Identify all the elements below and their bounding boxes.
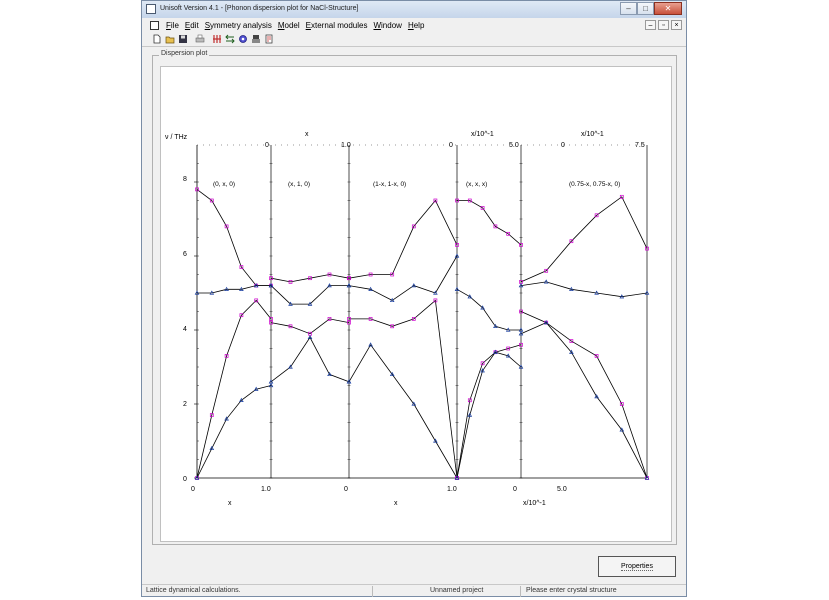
dispersion-window-content: Dispersion plot ν / THz 0 2 4 6 8 x 0 1.…	[146, 47, 682, 581]
panel-label-075x-075x-0: (0.75-x, 0.75-x, 0)	[569, 181, 620, 188]
print-icon[interactable]	[195, 34, 205, 44]
dispersion-branch-line	[520, 311, 648, 479]
menu-symmetry-analysis[interactable]: Symmetry analysis	[205, 21, 272, 30]
toolbar	[142, 33, 686, 47]
dispersion-branch-line	[270, 336, 350, 383]
window-title: Unisoft Version 4.1 - [Phonon dispersion…	[160, 5, 359, 12]
y-tick-label-0: 0	[183, 476, 187, 483]
dispersion-branch-line	[456, 344, 522, 479]
top-tick-p4-end: 7.5	[635, 142, 645, 149]
panel-label-1x-1x-0: (1-x, 1-x, 0)	[373, 181, 406, 188]
dispersion-branch-line	[270, 318, 350, 335]
dispersion-branch-line	[270, 285, 349, 305]
top-tick-p1-start: 0	[265, 142, 269, 149]
bottom-tick-0: 0	[191, 486, 195, 493]
bottom-tick-4: 0	[513, 486, 517, 493]
close-button[interactable]: ✕	[654, 2, 682, 15]
minimize-button[interactable]: –	[620, 2, 637, 15]
maximize-button[interactable]: □	[637, 2, 654, 15]
tool-e-icon[interactable]	[264, 34, 274, 44]
mdi-close-button[interactable]: ×	[671, 20, 682, 30]
status-right: Please enter crystal structure	[526, 587, 617, 594]
tool-d-icon[interactable]	[251, 34, 261, 44]
dispersion-branch-line	[457, 200, 522, 246]
y-tick-label-8: 8	[183, 176, 187, 183]
mdi-minimize-button[interactable]: –	[645, 20, 656, 30]
menu-window[interactable]: Window	[373, 21, 401, 30]
dispersion-branch-line	[196, 189, 271, 287]
panel-label-0-x-0: (0, x, 0)	[213, 181, 235, 188]
y-tick-label-4: 4	[183, 326, 187, 333]
menu-external-modules[interactable]: External modules	[306, 21, 368, 30]
dispersion-branch-line	[456, 351, 522, 479]
bottom-tick-2: 0	[344, 486, 348, 493]
tool-b-icon[interactable]	[225, 34, 235, 44]
top-label-p3-unit: x/10^-1	[471, 131, 494, 138]
document-icon[interactable]	[150, 21, 159, 30]
top-label-p4-unit: x/10^-1	[581, 131, 604, 138]
bottom-label-x-2: x	[394, 500, 398, 507]
panel-label-x-x-x: (x, x, x)	[466, 181, 487, 188]
caption-buttons: – □ ✕	[620, 2, 682, 16]
bottom-tick-1: 1.0	[261, 486, 271, 493]
y-tick-label-2: 2	[183, 401, 187, 408]
dispersion-branch-line	[270, 274, 350, 283]
bottom-tick-5: 5.0	[557, 486, 567, 493]
properties-button-label: Properties	[621, 563, 653, 571]
mdi-restore-button[interactable]: ▫	[658, 20, 669, 30]
top-tick-p1-end: 1.0	[341, 142, 351, 149]
bottom-label-x-1: x	[228, 500, 232, 507]
menu-bar: File Edit Symmetry analysis Model Extern…	[142, 19, 686, 32]
menu-model[interactable]: Model	[278, 21, 300, 30]
open-folder-icon[interactable]	[165, 34, 175, 44]
tool-c-icon[interactable]	[238, 34, 248, 44]
panel-label-x-1-0: (x, 1, 0)	[288, 181, 310, 188]
status-separator	[520, 586, 521, 597]
bottom-tick-3: 1.0	[447, 486, 457, 493]
dispersion-branch-line	[197, 285, 271, 294]
plot-area: ν / THz 0 2 4 6 8 x 0 1.0 0 x/10^-1 5.0 …	[160, 66, 672, 542]
status-left: Lattice dynamical calculations.	[146, 587, 241, 594]
dispersion-branch-line	[348, 199, 458, 279]
bottom-label-unit: x/10^-1	[523, 500, 546, 507]
app-icon	[146, 4, 156, 14]
dispersion-plot-group: Dispersion plot ν / THz 0 2 4 6 8 x 0 1.…	[152, 50, 677, 545]
properties-button[interactable]: Properties	[598, 556, 676, 577]
dispersion-chart: ν / THz 0 2 4 6 8 x 0 1.0 0 x/10^-1 5.0 …	[165, 131, 650, 507]
menu-file[interactable]: File	[166, 21, 179, 30]
status-middle: Unnamed project	[430, 587, 484, 594]
dispersion-branch-line	[196, 299, 272, 479]
dispersion-branch-line	[520, 281, 648, 298]
group-label: Dispersion plot	[159, 50, 210, 57]
application-window: Unisoft Version 4.1 - [Phonon dispersion…	[141, 0, 687, 597]
top-label-x: x	[305, 131, 309, 138]
y-tick-label-6: 6	[183, 251, 187, 258]
menu-edit[interactable]: Edit	[185, 21, 199, 30]
save-icon[interactable]	[178, 34, 188, 44]
status-bar: Lattice dynamical calculations. Unnamed …	[142, 584, 686, 598]
dispersion-branch-line	[348, 344, 458, 479]
menu-help[interactable]: Help	[408, 21, 424, 30]
dispersion-branch-line	[520, 196, 648, 283]
dispersion-branch-line	[348, 255, 458, 301]
top-tick-p3-start: 0	[449, 142, 453, 149]
dispersion-branch-line	[520, 322, 648, 479]
top-tick-p4-start: 0	[561, 142, 565, 149]
top-tick-p3-end: 5.0	[509, 142, 519, 149]
dispersion-branch-line	[456, 288, 521, 331]
status-separator	[372, 586, 373, 597]
tool-a-icon[interactable]	[212, 34, 222, 44]
title-bar[interactable]: Unisoft Version 4.1 - [Phonon dispersion…	[142, 1, 686, 18]
new-file-icon[interactable]	[152, 34, 162, 44]
y-axis-label: ν / THz	[165, 134, 188, 141]
